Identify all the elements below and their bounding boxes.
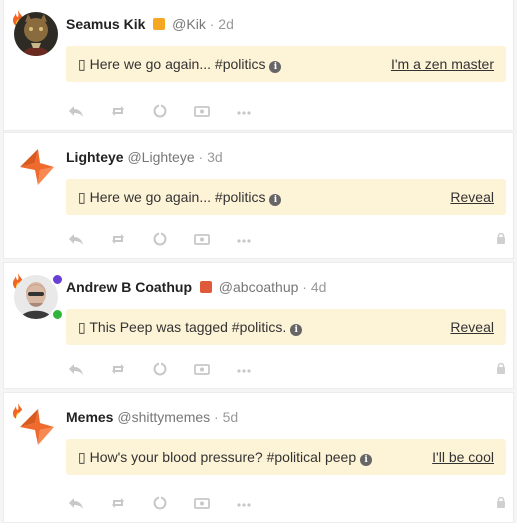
warning-text: ▯ How's your blood pressure? #political … bbox=[78, 449, 373, 466]
separator: · bbox=[214, 409, 219, 425]
tip-icon[interactable] bbox=[194, 362, 210, 376]
avatar[interactable] bbox=[14, 273, 64, 321]
reply-icon[interactable] bbox=[68, 362, 84, 376]
post-card: Memes @shittymemes · 5d ▯ How's your blo… bbox=[3, 392, 514, 523]
tip-icon[interactable] bbox=[194, 232, 210, 246]
author-handle[interactable]: @Kik bbox=[172, 16, 206, 32]
warning-text: ▯ This Peep was tagged #politics. i bbox=[78, 319, 303, 336]
post-card: Lighteye @Lighteye · 3d ▯ Here we go aga… bbox=[3, 132, 514, 259]
info-icon[interactable]: i bbox=[269, 194, 282, 206]
red-shield-icon bbox=[199, 281, 212, 293]
quote-icon[interactable] bbox=[152, 104, 168, 118]
warning-text: ▯ Here we go again... #politics i bbox=[78, 189, 282, 206]
author-handle[interactable]: @shittymemes bbox=[117, 409, 210, 425]
feed: Seamus Kik @Kik · 2d ▯ Here we go again.… bbox=[0, 0, 517, 523]
post-card: Andrew B Coathup @abcoathup · 4d ▯ This … bbox=[3, 262, 514, 389]
cat-portrait-avatar bbox=[14, 12, 58, 56]
box-glyph: ▯ bbox=[78, 189, 86, 205]
content-warning: ▯ Here we go again... #politics i Reveal bbox=[66, 179, 506, 215]
warning-text: ▯ Here we go again... #politics i bbox=[78, 56, 282, 73]
action-bar bbox=[66, 232, 506, 246]
info-icon[interactable]: i bbox=[360, 454, 373, 466]
avatar[interactable] bbox=[14, 145, 60, 191]
author-name[interactable]: Andrew B Coathup bbox=[66, 279, 192, 295]
reshare-icon[interactable] bbox=[110, 496, 126, 510]
purple-badge-icon bbox=[51, 273, 64, 286]
reshare-icon[interactable] bbox=[110, 104, 126, 118]
post-header: Memes @shittymemes · 5d bbox=[66, 409, 238, 425]
warning-message: How's your blood pressure? #political pe… bbox=[89, 449, 357, 465]
reveal-link[interactable]: I'm a zen master bbox=[391, 56, 494, 72]
avatar[interactable] bbox=[14, 405, 60, 451]
post-age[interactable]: 3d bbox=[207, 149, 223, 165]
orange-star-logo-avatar bbox=[14, 405, 58, 449]
author-name[interactable]: Seamus Kik bbox=[66, 16, 145, 32]
warning-message: This Peep was tagged #politics. bbox=[89, 319, 287, 335]
action-bar bbox=[66, 104, 506, 118]
tip-icon[interactable] bbox=[194, 104, 210, 118]
separator: · bbox=[209, 16, 215, 32]
orange-square-icon bbox=[153, 18, 166, 30]
content-warning: ▯ This Peep was tagged #politics. i Revea… bbox=[66, 309, 506, 345]
post-header: Lighteye @Lighteye · 3d bbox=[66, 149, 223, 165]
warning-message: Here we go again... #politics bbox=[89, 189, 266, 205]
more-icon[interactable] bbox=[236, 362, 252, 376]
avatar[interactable] bbox=[14, 12, 60, 58]
more-icon[interactable] bbox=[236, 232, 252, 246]
action-bar bbox=[66, 496, 506, 510]
author-name[interactable]: Memes bbox=[66, 409, 113, 425]
lock-icon bbox=[497, 232, 505, 244]
post-age[interactable]: 2d bbox=[218, 16, 234, 32]
post-card: Seamus Kik @Kik · 2d ▯ Here we go again.… bbox=[3, 0, 514, 131]
info-icon[interactable]: i bbox=[290, 324, 303, 336]
reveal-link[interactable]: Reveal bbox=[450, 319, 494, 335]
author-name[interactable]: Lighteye bbox=[66, 149, 124, 165]
orange-star-logo-avatar bbox=[14, 145, 58, 189]
post-header: Seamus Kik @Kik · 2d bbox=[66, 16, 234, 32]
reply-icon[interactable] bbox=[68, 104, 84, 118]
post-age[interactable]: 4d bbox=[311, 279, 327, 295]
reveal-link[interactable]: Reveal bbox=[450, 189, 494, 205]
content-warning: ▯ Here we go again... #politics i I'm a z… bbox=[66, 46, 506, 82]
separator: · bbox=[302, 279, 307, 295]
quote-icon[interactable] bbox=[152, 232, 168, 246]
post-header: Andrew B Coathup @abcoathup · 4d bbox=[66, 279, 326, 295]
action-bar bbox=[66, 362, 506, 376]
reply-icon[interactable] bbox=[68, 232, 84, 246]
reshare-icon[interactable] bbox=[110, 362, 126, 376]
separator: · bbox=[198, 149, 204, 165]
tip-icon[interactable] bbox=[194, 496, 210, 510]
box-glyph: ▯ bbox=[78, 56, 86, 72]
post-age[interactable]: 5d bbox=[223, 409, 239, 425]
lock-icon bbox=[497, 362, 505, 374]
box-glyph: ▯ bbox=[78, 319, 86, 335]
quote-icon[interactable] bbox=[152, 496, 168, 510]
content-warning: ▯ How's your blood pressure? #political … bbox=[66, 439, 506, 475]
more-icon[interactable] bbox=[236, 496, 252, 510]
box-glyph: ▯ bbox=[78, 449, 86, 465]
more-icon[interactable] bbox=[236, 104, 252, 118]
quote-icon[interactable] bbox=[152, 362, 168, 376]
reveal-link[interactable]: I'll be cool bbox=[432, 449, 494, 465]
author-handle[interactable]: @abcoathup bbox=[219, 279, 299, 295]
warning-message: Here we go again... #politics bbox=[89, 56, 266, 72]
author-handle[interactable]: @Lighteye bbox=[127, 149, 194, 165]
green-badge-icon bbox=[51, 308, 64, 321]
reshare-icon[interactable] bbox=[110, 232, 126, 246]
lock-icon bbox=[497, 496, 505, 508]
reply-icon[interactable] bbox=[68, 496, 84, 510]
info-icon[interactable]: i bbox=[269, 61, 282, 73]
